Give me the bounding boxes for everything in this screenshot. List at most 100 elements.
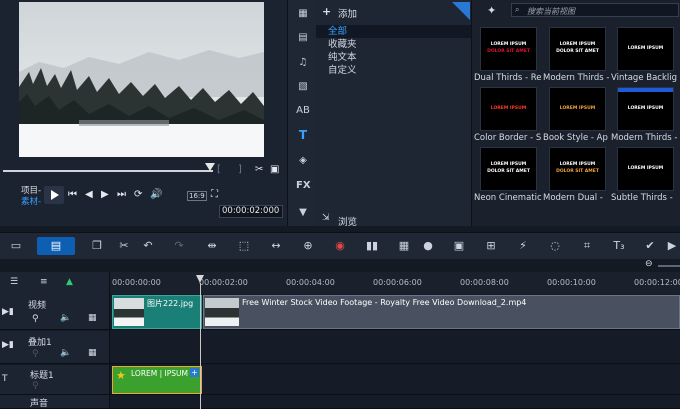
graphics-icon[interactable]: ◈	[296, 155, 310, 167]
undo-icon[interactable]: ↶	[140, 240, 156, 252]
category-item-plain-text[interactable]: 纯文本	[316, 51, 471, 64]
favorites-star-icon[interactable]: ✦	[487, 4, 496, 17]
audio-icon[interactable]: ♫	[296, 57, 310, 69]
snapshot-icon[interactable]: ▣	[270, 164, 279, 176]
title-thumbnail-label[interactable]: Subtle Thirds -	[611, 193, 680, 203]
category-list: 全部 收藏夹 纯文本 自定义	[316, 25, 471, 77]
cue-point-icon[interactable]: ▲	[66, 277, 73, 287]
zoom-slider[interactable]	[658, 265, 680, 267]
split-screen-icon[interactable]: ⊞	[483, 240, 499, 252]
timeline-view-button[interactable]: ▤	[37, 237, 75, 255]
browse-icon[interactable]: ⇲	[322, 213, 330, 223]
subtitle-editor-icon[interactable]: ▦	[396, 240, 412, 252]
filter-fx-icon[interactable]: FX	[296, 180, 311, 192]
instant-project-icon[interactable]: ▤	[296, 32, 310, 44]
record-icon[interactable]: ◉	[332, 240, 348, 252]
title-thumbnail-label[interactable]: Dual Thirds - Re	[474, 73, 543, 83]
redo-icon[interactable]: ↷	[171, 240, 187, 252]
copy-icon[interactable]: ❐	[89, 240, 105, 252]
next-frame-icon[interactable]: ▶	[101, 189, 109, 201]
title-thumbnail[interactable]: LOREM IPSUM	[617, 87, 674, 131]
play-button[interactable]	[44, 186, 64, 204]
playhead-marker[interactable]	[205, 163, 215, 171]
title-thumbnail-label[interactable]: Modern Dual -	[543, 193, 612, 203]
tools-icon[interactable]: ✂	[116, 240, 132, 252]
clip-mode-label[interactable]: 素材-	[21, 195, 41, 207]
title-thumbnail-label[interactable]: Book Style - Ap	[543, 133, 612, 143]
more-icon[interactable]: ▶	[664, 240, 680, 252]
motion-tracking-icon[interactable]: ⊕	[300, 240, 316, 252]
overlay-link-icon[interactable]: ⚲	[32, 349, 39, 359]
pan-zoom-icon[interactable]: ⬚	[236, 240, 252, 252]
title-thumbnail[interactable]: LOREM IPSUM	[549, 87, 606, 131]
expand-down-icon[interactable]: ▼	[296, 207, 310, 219]
mask-icon[interactable]: ◌	[547, 240, 563, 252]
title-link-icon[interactable]: ⚲	[32, 381, 39, 391]
timeline-view-icon: ▤	[50, 239, 62, 252]
title-thumbnail-label[interactable]: Modern Thirds -	[543, 73, 612, 83]
title-thumbnail-label[interactable]: Vintage Backlig	[611, 73, 680, 83]
video-clip[interactable]: Free Winter Stock Video Footage - Royalt…	[203, 295, 680, 329]
browse-button[interactable]: 浏览	[338, 214, 357, 228]
title-thumbnail-label[interactable]: Neon Cinematic	[474, 193, 543, 203]
repeat-icon[interactable]: ⟳	[134, 189, 142, 201]
title-thumbnail[interactable]: LOREM IPSUM	[617, 27, 674, 71]
transition-icon[interactable]: ▧	[296, 81, 310, 93]
search-box[interactable]: ⌕ 搜索当前视图	[511, 3, 679, 17]
title-clip[interactable]: ★ LOREM | IPSUM +	[112, 366, 202, 394]
caption-icon[interactable]: ▣	[451, 240, 467, 252]
volume-icon[interactable]: 🔊	[150, 189, 162, 201]
3d-title-icon[interactable]: T₃	[611, 240, 627, 252]
aspect-ratio-selector[interactable]: 16:9	[187, 191, 207, 201]
chapter-icon[interactable]: ≡	[40, 277, 48, 287]
mark-out-icon[interactable]: ]	[238, 164, 242, 176]
mute-icon[interactable]: 🔈	[60, 313, 71, 323]
title-clip-star-icon: ★	[116, 369, 126, 382]
storyboard-view-icon[interactable]: ▭	[8, 240, 24, 252]
stabilize-icon[interactable]: ✔	[642, 240, 658, 252]
favorite-corner-icon[interactable]	[452, 2, 470, 20]
add-icon[interactable]: +	[322, 5, 331, 18]
title-icon[interactable]: T	[296, 129, 310, 141]
title-clip-add-icon[interactable]: +	[190, 368, 199, 377]
crop-icon[interactable]: ⌗	[579, 240, 595, 252]
timeline-playhead-line[interactable]	[200, 283, 201, 409]
title-thumbnail[interactable]: LOREM IPSUM	[617, 147, 674, 191]
preview-panel: [ ] ✂ ▣ 项目- 素材- ⏮ ◀ ▶ ⏭ ⟳ 🔊 16:9 ⛶ 00:00…	[0, 0, 287, 226]
zoom-out-icon[interactable]: ⊖	[645, 259, 653, 269]
title-thumbnail-label[interactable]: Color Border - S	[474, 133, 543, 143]
track-manager-icon[interactable]: ☰	[10, 277, 18, 287]
video-track-header: ▶▮ 视频 ⚲ 🔈 ▦	[0, 294, 110, 329]
color-grading-icon[interactable]: ●	[420, 240, 436, 252]
track-motion-icon[interactable]: ↔	[268, 240, 284, 252]
split-clip-icon[interactable]: ✂	[255, 164, 263, 176]
thumbnail-line2: DOLOR SIT AMET	[556, 169, 599, 174]
title-thumbnail[interactable]: LOREM IPSUM	[480, 87, 537, 131]
audio-mixer-icon[interactable]: ▮▮	[364, 240, 380, 252]
fit-project-icon[interactable]: ⇹	[204, 240, 220, 252]
category-item-custom[interactable]: 自定义	[316, 64, 471, 77]
title-thumbnail[interactable]: LOREM IPSUM DOLOR SIT AMET	[549, 27, 606, 71]
title-thumbnail[interactable]: LOREM IPSUM DOLOR SIT AMET	[480, 147, 537, 191]
link-icon[interactable]: ⚲	[32, 314, 39, 324]
resize-icon[interactable]: ⛶	[211, 189, 218, 201]
grid-icon[interactable]: ▦	[88, 313, 97, 323]
speed-icon[interactable]: ⚡	[515, 240, 531, 252]
overlay-grid-icon[interactable]: ▦	[88, 348, 97, 358]
title-thumbnail[interactable]: LOREM IPSUM DOLOR SIT AMET	[480, 27, 537, 71]
subtitle-icon[interactable]: AB	[296, 105, 310, 117]
add-category-label[interactable]: 添加	[338, 6, 357, 20]
go-to-end-icon[interactable]: ⏭	[117, 189, 126, 201]
previous-frame-icon[interactable]: ◀	[85, 189, 93, 201]
title-thumbnail-label[interactable]: Modern Thirds -	[611, 133, 680, 143]
timecode-field[interactable]: 00:00:02:000	[219, 205, 283, 218]
mark-in-icon[interactable]: [	[217, 164, 221, 176]
overlay-mute-icon[interactable]: 🔈	[60, 348, 71, 358]
category-item-favorites[interactable]: 收藏夹	[316, 38, 471, 51]
category-item-all[interactable]: 全部	[316, 25, 471, 38]
media-icon[interactable]: ▦	[296, 8, 310, 20]
title-thumbnail[interactable]: LOREM IPSUM DOLOR SIT AMET	[549, 147, 606, 191]
image-clip[interactable]: 图片222.jpg	[112, 295, 202, 329]
go-to-start-icon[interactable]: ⏮	[68, 189, 77, 201]
scrubber-bar[interactable]	[3, 170, 213, 172]
